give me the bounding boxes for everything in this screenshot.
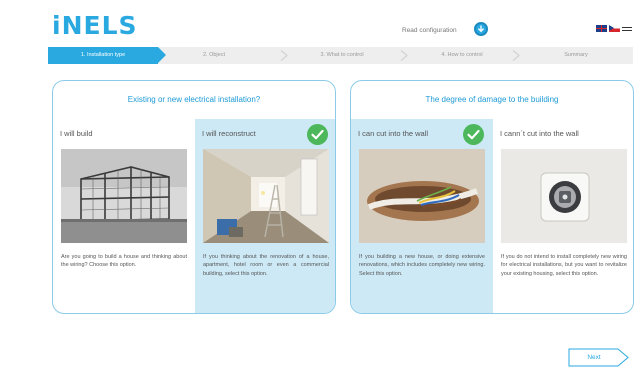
header: iNELS Read configuration [0, 0, 637, 48]
check-icon [307, 124, 328, 145]
panel-title: The degree of damage to the building [425, 95, 559, 104]
flag-cz-icon[interactable] [609, 25, 620, 32]
step-what-to-control[interactable]: 3. What to control [288, 47, 396, 64]
room-renovation-image [203, 149, 329, 243]
damage-degree-panel: The degree of damage to the building I c… [350, 80, 634, 314]
option-title: I can cut into the wall [358, 129, 429, 138]
chevron-right-icon [400, 50, 408, 61]
option-description: Are you going to build a house and think… [61, 254, 187, 269]
option-can-cut-into-wall[interactable]: I can cut into the wall If you building … [351, 119, 493, 313]
menu-icon[interactable] [622, 25, 632, 32]
chevron-right-icon [280, 50, 288, 61]
option-title: I cann´t cut into the wall [500, 129, 579, 138]
next-label: Next [587, 354, 601, 361]
step-object[interactable]: 2. Object [166, 47, 262, 64]
option-description: If you building a new house, or doing ex… [359, 254, 485, 277]
flag-uk-icon[interactable] [596, 25, 607, 32]
panel-title: Existing or new electrical installation? [127, 95, 261, 104]
download-arrow-icon[interactable] [474, 22, 488, 36]
step-installation-type[interactable]: 1. Installation type [48, 47, 166, 64]
option-i-will-build[interactable]: I will build Are you going to build a ho… [53, 119, 195, 313]
option-title: I will build [60, 129, 93, 138]
wall-switch-image [501, 149, 627, 243]
option-i-will-reconstruct[interactable]: I will reconstruct If you thinking about… [195, 119, 335, 313]
option-description: If you thinking about the renovation of … [203, 254, 329, 277]
option-title: I will reconstruct [202, 129, 256, 138]
chevron-right-icon [512, 50, 520, 61]
step-how-to-control[interactable]: 4. How to control [408, 47, 516, 64]
wall-cable-image [359, 149, 485, 243]
house-construction-image [61, 149, 187, 243]
inels-logo[interactable]: iNELS [52, 12, 138, 40]
step-summary[interactable]: Summary [520, 47, 632, 64]
check-icon [463, 124, 484, 145]
wizard-steps: 1. Installation type 2. Object 3. What t… [48, 47, 633, 64]
option-description: If you do not intend to install complete… [501, 254, 627, 277]
read-configuration-label[interactable]: Read configuration [402, 26, 457, 36]
option-cannot-cut-into-wall[interactable]: I cann´t cut into the wall If you do not… [493, 119, 633, 313]
download-arrow-icon-glyph [478, 25, 484, 33]
installation-type-panel: Existing or new electrical installation?… [52, 80, 336, 314]
next-button[interactable]: Next [568, 348, 630, 367]
